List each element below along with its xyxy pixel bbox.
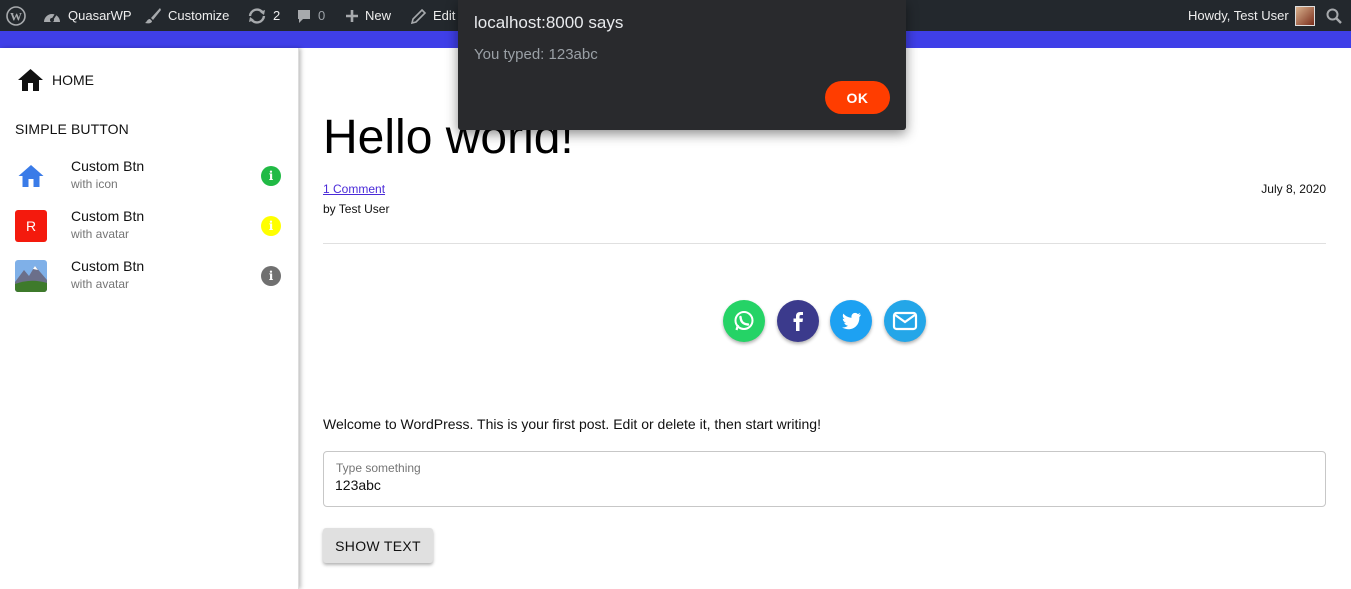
btn-subtitle: with icon xyxy=(71,177,118,191)
divider xyxy=(323,243,1326,244)
dialog-message: You typed: 123abc xyxy=(474,46,598,63)
sidebar-home-label: HOME xyxy=(52,72,94,88)
howdy-greeting: Howdy, Test User xyxy=(1188,8,1289,23)
user-avatar xyxy=(1294,5,1315,26)
show-text-button[interactable]: SHOW TEXT xyxy=(323,528,433,563)
btn-title: Custom Btn xyxy=(71,208,145,224)
whatsapp-icon xyxy=(734,311,754,331)
email-icon xyxy=(892,311,918,331)
custom-btn-with-avatar-letter[interactable]: R Custom Btn with avatar i xyxy=(15,206,285,250)
btn-subtitle: with avatar xyxy=(71,227,130,241)
info-icon: i xyxy=(261,266,281,286)
custom-btn-with-avatar-image[interactable]: Custom Btn with avatar i xyxy=(15,256,285,300)
search-icon[interactable] xyxy=(1326,0,1342,31)
avatar: R xyxy=(15,210,47,242)
avatar xyxy=(15,260,47,292)
edit-post-link[interactable]: Edit xyxy=(411,0,455,31)
twitter-icon xyxy=(842,312,861,330)
comments-link[interactable]: 0 xyxy=(296,0,325,31)
site-name: QuasarWP xyxy=(68,8,132,23)
ok-button[interactable]: OK xyxy=(825,81,890,114)
sidebar-section-heading: SIMPLE BUTTON xyxy=(15,121,129,137)
btn-subtitle: with avatar xyxy=(71,277,130,291)
pencil-icon xyxy=(411,8,427,24)
facebook-share-button[interactable] xyxy=(777,300,819,342)
post-body: Welcome to WordPress. This is your first… xyxy=(323,416,821,432)
whatsapp-share-button[interactable] xyxy=(723,300,765,342)
updates-count: 2 xyxy=(273,8,281,23)
svg-text:W: W xyxy=(10,9,22,23)
post-date: July 8, 2020 xyxy=(1261,182,1326,196)
alert-dialog: localhost:8000 says You typed: 123abc OK xyxy=(458,0,906,130)
sidebar-drawer: HOME SIMPLE BUTTON Custom Btn with icon … xyxy=(0,48,299,589)
brush-icon xyxy=(145,7,161,23)
site-name-menu[interactable]: QuasarWP xyxy=(42,0,132,31)
btn-title: Custom Btn xyxy=(71,258,145,274)
facebook-icon xyxy=(793,312,803,331)
customize-link[interactable]: Customize xyxy=(144,0,229,31)
comments-link[interactable]: 1 Comment xyxy=(323,182,385,196)
comment-icon xyxy=(298,9,310,23)
edit-label: Edit xyxy=(433,8,456,23)
sidebar-item-home[interactable]: HOME xyxy=(17,68,94,92)
text-field[interactable]: Type something xyxy=(323,451,1326,507)
dialog-title: localhost:8000 says xyxy=(474,13,624,32)
updates-link[interactable]: 2 xyxy=(247,0,280,31)
wordpress-logo-icon[interactable]: W xyxy=(6,0,26,31)
dashboard-icon xyxy=(44,12,60,22)
avatar-letter: R xyxy=(15,210,47,242)
plus-icon xyxy=(346,9,358,22)
custom-btn-with-icon[interactable]: Custom Btn with icon i xyxy=(15,156,285,200)
new-content-menu[interactable]: New xyxy=(345,0,391,31)
home-icon xyxy=(15,160,47,192)
updates-icon xyxy=(248,7,266,24)
comments-count: 0 xyxy=(318,8,326,23)
twitter-share-button[interactable] xyxy=(830,300,872,342)
post-author: by Test User xyxy=(323,202,390,216)
info-icon: i xyxy=(261,166,281,186)
home-icon xyxy=(18,69,43,91)
text-input[interactable] xyxy=(335,477,1295,493)
customize-label: Customize xyxy=(168,8,230,23)
field-label: Type something xyxy=(336,461,421,475)
info-icon: i xyxy=(261,216,281,236)
mountain-image xyxy=(15,260,47,292)
my-account-menu[interactable]: Howdy, Test User xyxy=(1188,0,1315,31)
new-label: New xyxy=(365,8,392,23)
email-share-button[interactable] xyxy=(884,300,926,342)
btn-title: Custom Btn xyxy=(71,158,145,174)
